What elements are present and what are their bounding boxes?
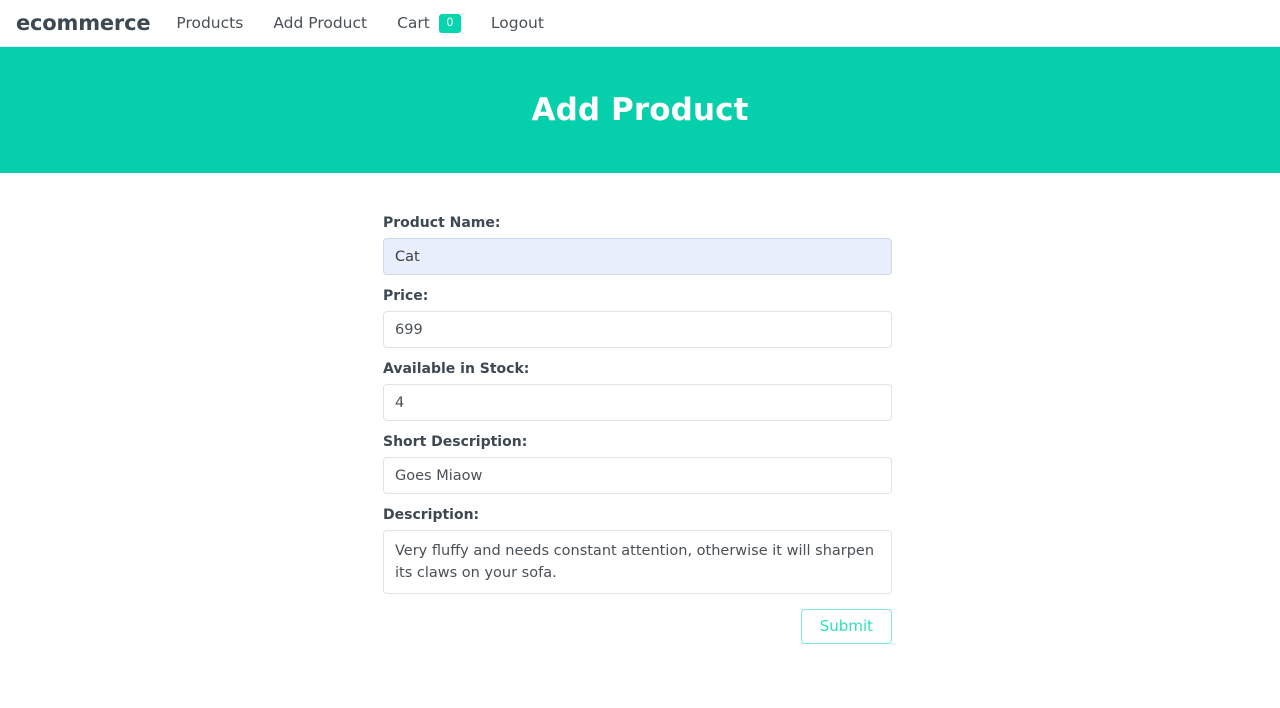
nav-link-logout[interactable]: Logout	[491, 14, 544, 32]
field-short-description: Short Description:	[383, 434, 892, 494]
nav-link-add-product[interactable]: Add Product	[273, 14, 367, 32]
field-product-name: Product Name:	[383, 215, 892, 275]
short-description-input[interactable]	[383, 457, 892, 494]
field-available-in-stock: Available in Stock:	[383, 361, 892, 421]
field-price: Price:	[383, 288, 892, 348]
page-hero-banner: Add Product	[0, 47, 1280, 173]
nav-links: Products Add Product Cart 0 Logout	[176, 13, 544, 33]
nav-link-products-label: Products	[176, 14, 244, 32]
field-description: Description: Very fluffy and needs const…	[383, 507, 892, 594]
nav-link-products[interactable]: Products	[176, 14, 243, 32]
cart-count-badge: 0	[438, 13, 461, 33]
nav-link-cart[interactable]: Cart 0	[397, 13, 461, 33]
submit-button[interactable]: Submit	[800, 609, 892, 644]
brand-logo[interactable]: ecommerce	[16, 11, 151, 35]
field-short-description-label: Short Description:	[383, 434, 528, 450]
description-textarea[interactable]: Very fluffy and needs constant attention…	[383, 530, 892, 594]
price-input[interactable]	[383, 311, 892, 348]
field-price-label: Price:	[383, 288, 429, 304]
nav-link-logout-label: Logout	[490, 14, 544, 32]
page-body: Product Name: Price: Available in Stock:…	[0, 173, 1280, 644]
product-name-input[interactable]	[383, 238, 892, 275]
available-in-stock-input[interactable]	[383, 384, 892, 421]
field-description-label: Description:	[383, 507, 480, 523]
nav-link-add-product-label: Add Product	[273, 14, 368, 32]
add-product-form: Product Name: Price: Available in Stock:…	[383, 215, 892, 644]
nav-link-cart-label: Cart	[397, 14, 430, 32]
field-available-in-stock-label: Available in Stock:	[383, 361, 530, 377]
field-product-name-label: Product Name:	[383, 215, 501, 231]
submit-row: Submit	[383, 609, 892, 644]
page-title: Add Product	[531, 92, 749, 128]
navbar: ecommerce Products Add Product Cart 0 Lo…	[0, 0, 1280, 47]
